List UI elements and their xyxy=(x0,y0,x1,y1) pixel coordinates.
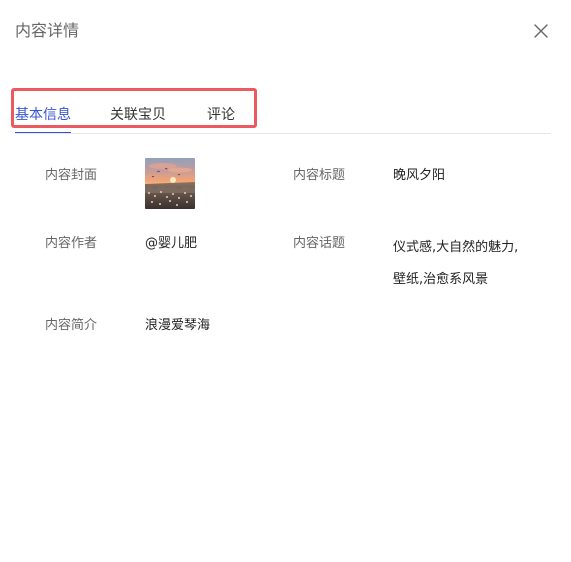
title-label: 内容标题 xyxy=(293,168,346,183)
cover-image[interactable] xyxy=(145,158,195,209)
topic-value: 仪式感,大自然的魅力,壁纸,治愈系风景 xyxy=(393,240,519,287)
tabs-divider xyxy=(15,133,551,134)
author-value: @婴儿肥 xyxy=(145,236,198,251)
topic-label: 内容话题 xyxy=(293,236,346,251)
tab-basic-info[interactable]: 基本信息 xyxy=(15,106,71,124)
sunset-cityscape-image xyxy=(145,158,195,209)
title-value: 晚风夕阳 xyxy=(393,168,446,183)
author-label: 内容作者 xyxy=(45,236,98,251)
intro-value: 浪漫爱琴海 xyxy=(145,318,211,333)
intro-label: 内容简介 xyxy=(45,318,98,333)
tab-related-items[interactable]: 关联宝贝 xyxy=(110,106,166,124)
cover-label: 内容封面 xyxy=(45,168,98,183)
close-button[interactable] xyxy=(530,20,552,42)
tab-comments[interactable]: 评论 xyxy=(207,106,235,124)
close-icon xyxy=(534,24,548,38)
dialog-title: 内容详情 xyxy=(15,21,80,40)
